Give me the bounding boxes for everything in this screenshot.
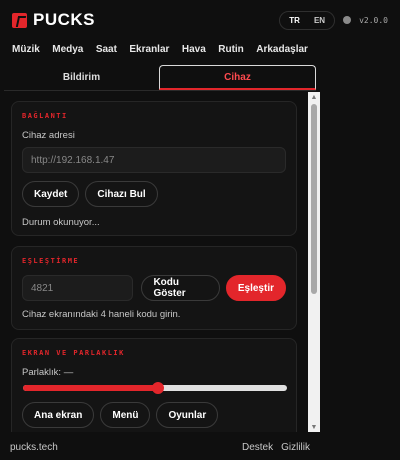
show-code-button[interactable]: Kodu Göster [141,275,220,301]
scroll-up-icon[interactable]: ▲ [308,92,320,102]
brightness-label: Parlaklık: — [22,367,74,378]
app-header: PUCKS TR EN v2.0.0 [0,0,400,40]
scrollbar-thumb[interactable] [311,104,317,294]
nav-item-rutin[interactable]: Rutin [218,44,244,64]
settings-panel[interactable]: BAĞLANTI Cihaz adresi http://192.168.1.4… [0,92,308,432]
vertical-scrollbar[interactable]: ▲ ▼ [308,92,320,432]
pairing-card: EŞLEŞTİRME 4821 Kodu Göster Eşleştir Cih… [11,246,297,330]
pairing-hint: Cihaz ekranındaki 4 haneli kodu girin. [22,309,181,320]
pair-button[interactable]: Eşleştir [225,275,286,301]
device-address-input[interactable]: http://192.168.1.47 [22,147,286,173]
home-screen-button[interactable]: Ana ekran [22,402,95,428]
menu-button[interactable]: Menü [100,402,151,428]
support-link[interactable]: Destek [242,442,273,453]
connection-card: BAĞLANTI Cihaz adresi http://192.168.1.4… [11,101,297,236]
language-toggle: TR EN [279,10,336,30]
games-button[interactable]: Oyunlar [156,402,219,428]
pairing-code-input[interactable]: 4821 [22,275,134,301]
brand-name: PUCKS [33,10,96,29]
scroll-down-icon[interactable]: ▼ [308,422,320,432]
privacy-link[interactable]: Gizlilik [281,442,310,453]
nav-item-muzik[interactable]: Müzik [12,44,40,64]
nav-item-arkadaslar[interactable]: Arkadaşlar [256,44,308,64]
brightness-slider-fill [23,385,158,391]
display-card: EKRAN VE PARLAKLIK Parlaklık: — Ana ekra… [11,338,297,432]
display-title: EKRAN VE PARLAKLIK [22,349,125,357]
pairing-title: EŞLEŞTİRME [22,257,80,265]
nav-item-medya[interactable]: Medya [52,44,83,64]
app-footer: pucks.tech Destek Gizlilik [0,438,320,456]
connection-status-text: Durum okunuyor... [22,217,100,228]
tab-cihaz[interactable]: Cihaz [159,65,316,90]
connection-status-dot [343,16,352,24]
brand-logo[interactable]: PUCKS [12,10,95,30]
tab-bildirim[interactable]: Bildirim [4,65,159,90]
connection-title: BAĞLANTI [22,112,68,120]
settings-tabs: Bildirim Cihaz [4,65,316,91]
brightness-slider[interactable] [23,382,287,394]
lang-tr-button[interactable]: TR [283,14,306,27]
pucks-logo-icon [12,12,27,28]
device-address-label: Cihaz adresi [22,130,75,141]
brightness-slider-thumb[interactable] [151,382,164,394]
app-version: v2.0.0 [359,15,388,25]
nav-item-saat[interactable]: Saat [96,44,117,64]
lang-en-button[interactable]: EN [308,14,331,27]
nav-item-hava[interactable]: Hava [182,44,206,64]
find-device-button[interactable]: Cihazı Bul [85,181,158,207]
nav-item-ekranlar[interactable]: Ekranlar [129,44,169,64]
save-button[interactable]: Kaydet [22,181,80,207]
site-link[interactable]: pucks.tech [10,442,58,453]
main-nav: Müzik Medya Saat Ekranlar Hava Rutin Ark… [0,44,320,64]
